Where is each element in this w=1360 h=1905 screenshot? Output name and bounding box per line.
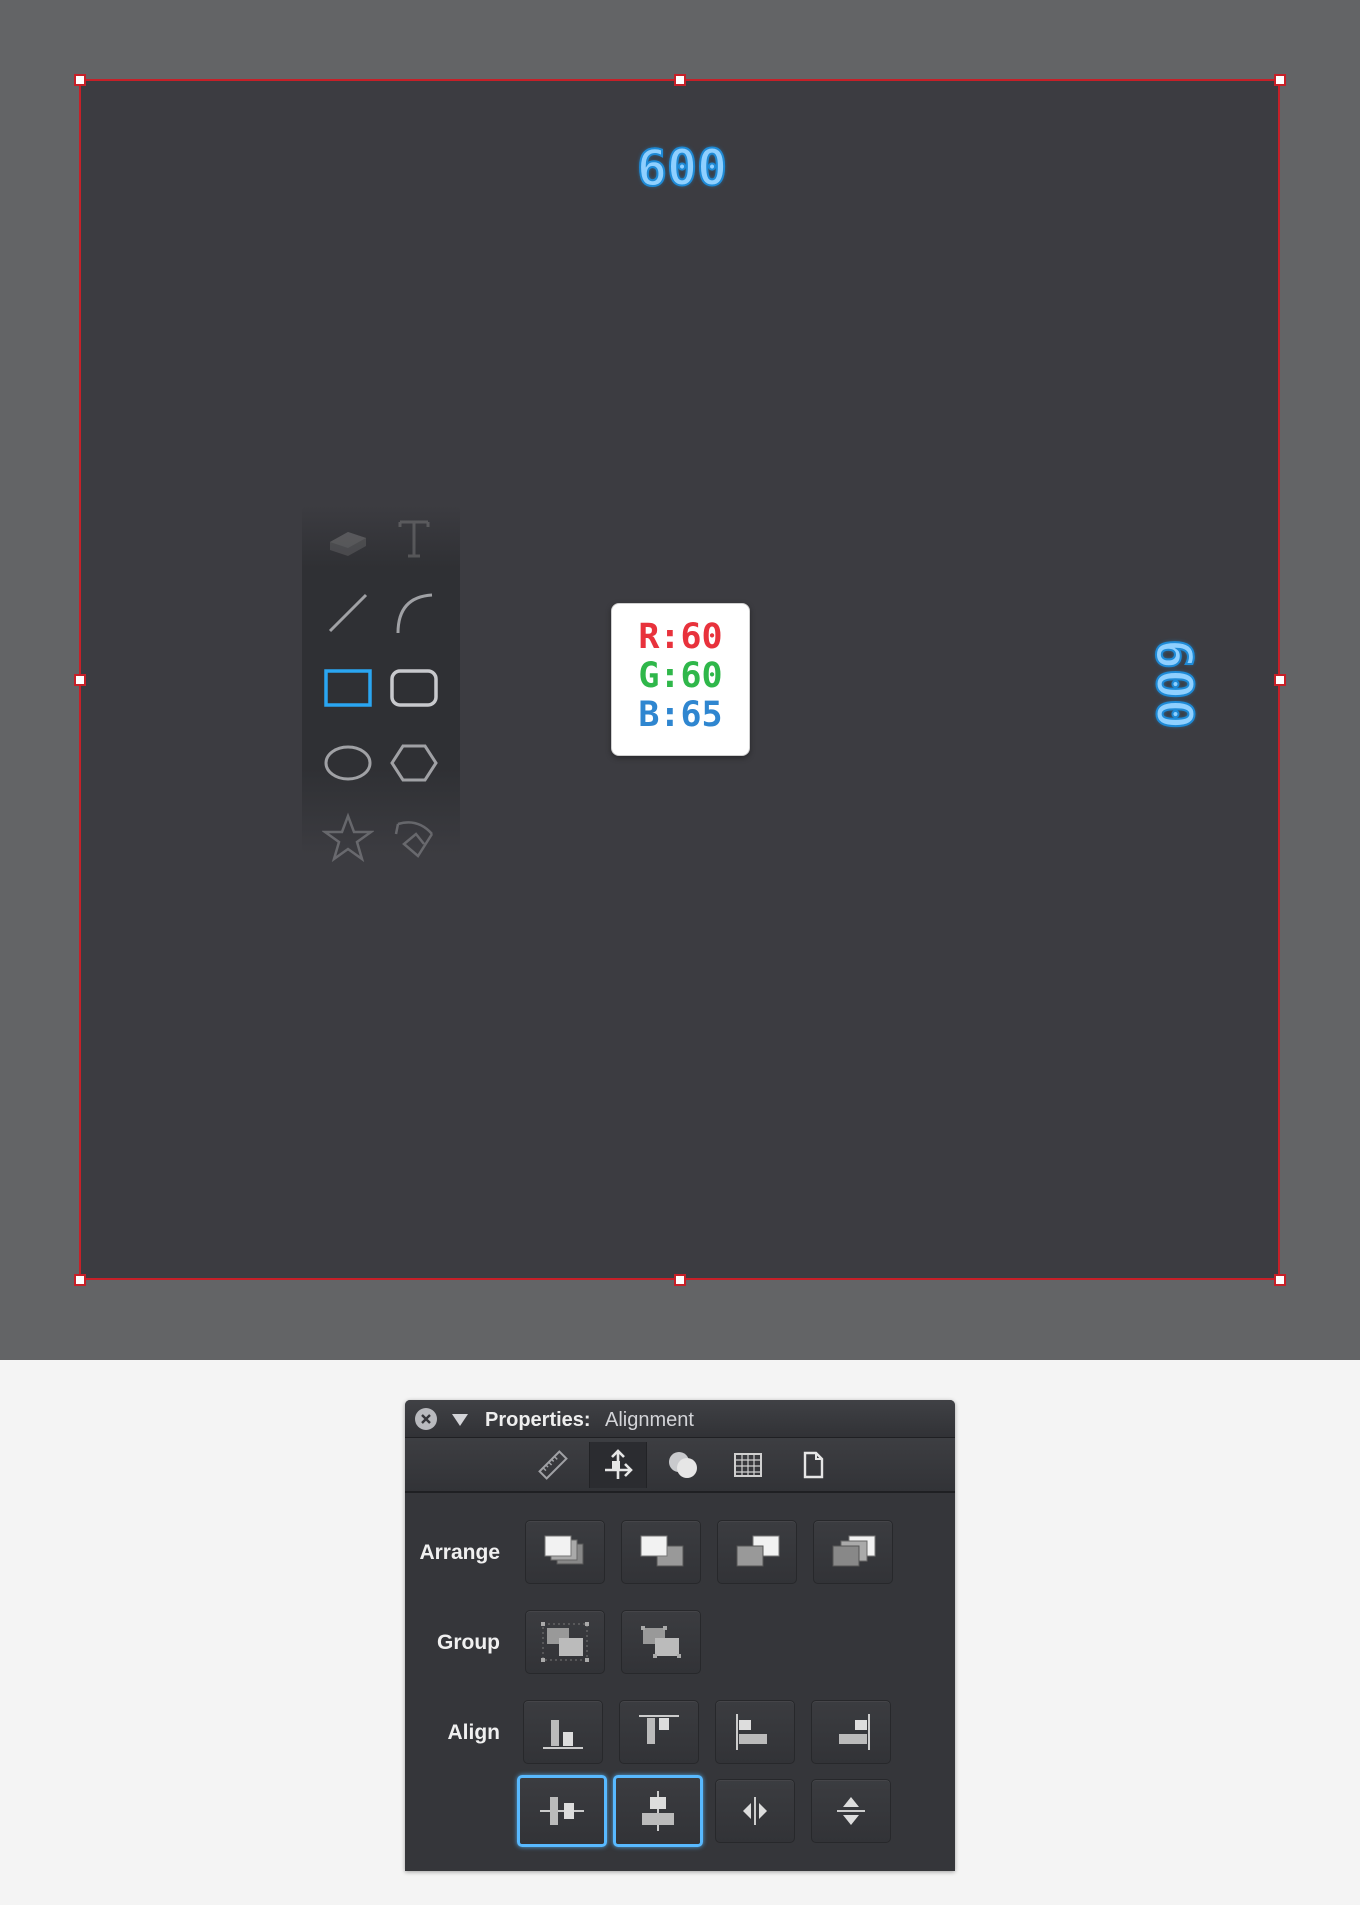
disclosure-triangle-icon[interactable] [452,1414,468,1426]
ellipse-icon[interactable] [318,733,378,793]
blue-value: B:65 [638,695,723,735]
canvas-stage: 600 600 R:60 G:60 B:65 [0,0,1360,1360]
ungroup-button[interactable] [621,1610,701,1674]
star-icon[interactable] [318,808,378,868]
resize-handle-top-left[interactable] [74,74,86,86]
align-left-icon [736,1714,767,1750]
send-backward-button[interactable] [717,1520,797,1584]
arc-icon[interactable] [384,583,444,643]
color-swatch-card: R:60 G:60 B:65 [611,603,750,756]
style-icon[interactable] [654,1442,712,1488]
bring-forward-button[interactable] [621,1520,701,1584]
align-label: Align [447,1721,501,1744]
align-horizontal-center-icon [540,1797,584,1825]
resize-handle-top-right[interactable] [1274,74,1286,86]
height-dimension-label: 600 [1144,638,1204,730]
bring-to-front-icon [544,1535,584,1565]
arrange-label: Arrange [419,1541,500,1564]
align-vertical-center-icon [642,1791,674,1831]
spiral-icon[interactable] [384,808,444,868]
resize-handle-bottom-left[interactable] [74,1274,86,1286]
document-icon[interactable] [784,1442,842,1488]
distribute-horizontal-button[interactable] [715,1779,795,1843]
rectangle-icon[interactable] [318,658,378,718]
align-top-button[interactable] [619,1700,699,1764]
properties-panel: Properties: Alignment Arrange Group Alig… [405,1400,955,1871]
resize-handle-bottom-center[interactable] [674,1274,686,1286]
width-dimension-label: 600 [636,138,728,198]
align-bottom-icon [543,1720,583,1749]
align-right-icon [839,1714,870,1750]
resize-handle-middle-right[interactable] [1274,674,1286,686]
group-icon [541,1622,589,1662]
send-to-back-button[interactable] [813,1520,893,1584]
group-button[interactable] [525,1610,605,1674]
text-icon[interactable] [384,508,444,568]
ruler-icon[interactable] [524,1442,582,1488]
close-icon[interactable] [415,1408,437,1430]
group-label: Group [437,1631,500,1654]
align-horizontal-center-button[interactable] [517,1775,607,1847]
send-to-back-icon [832,1535,876,1567]
polygon-icon[interactable] [384,733,444,793]
distribute-vertical-button[interactable] [811,1779,891,1843]
red-value: R:60 [638,617,723,657]
panel-titlebar: Properties: Alignment [405,1400,955,1438]
resize-handle-bottom-right[interactable] [1274,1274,1286,1286]
align-bottom-button[interactable] [523,1700,603,1764]
bring-forward-icon [640,1535,684,1567]
align-right-button[interactable] [811,1700,891,1764]
line-icon[interactable] [318,583,378,643]
resize-handle-top-center[interactable] [674,74,686,86]
ungroup-icon [641,1626,681,1658]
distribute-horizontal-icon [743,1797,767,1825]
panel-subtitle: Alignment [605,1409,694,1431]
green-value: G:60 [638,656,723,696]
align-vertical-center-button[interactable] [613,1775,703,1847]
align-top-icon [639,1715,679,1744]
rounded-rectangle-icon[interactable] [384,658,444,718]
eraser-icon[interactable] [318,508,378,568]
send-backward-icon [736,1535,780,1567]
grid-icon[interactable] [719,1442,777,1488]
bring-to-front-button[interactable] [525,1520,605,1584]
tool-palette [302,505,460,863]
resize-handle-middle-left[interactable] [74,674,86,686]
alignment-icon[interactable] [589,1442,647,1488]
panel-title: Properties: [485,1409,591,1431]
distribute-vertical-icon [837,1797,865,1825]
align-left-button[interactable] [715,1700,795,1764]
panel-tabbar [405,1438,955,1493]
